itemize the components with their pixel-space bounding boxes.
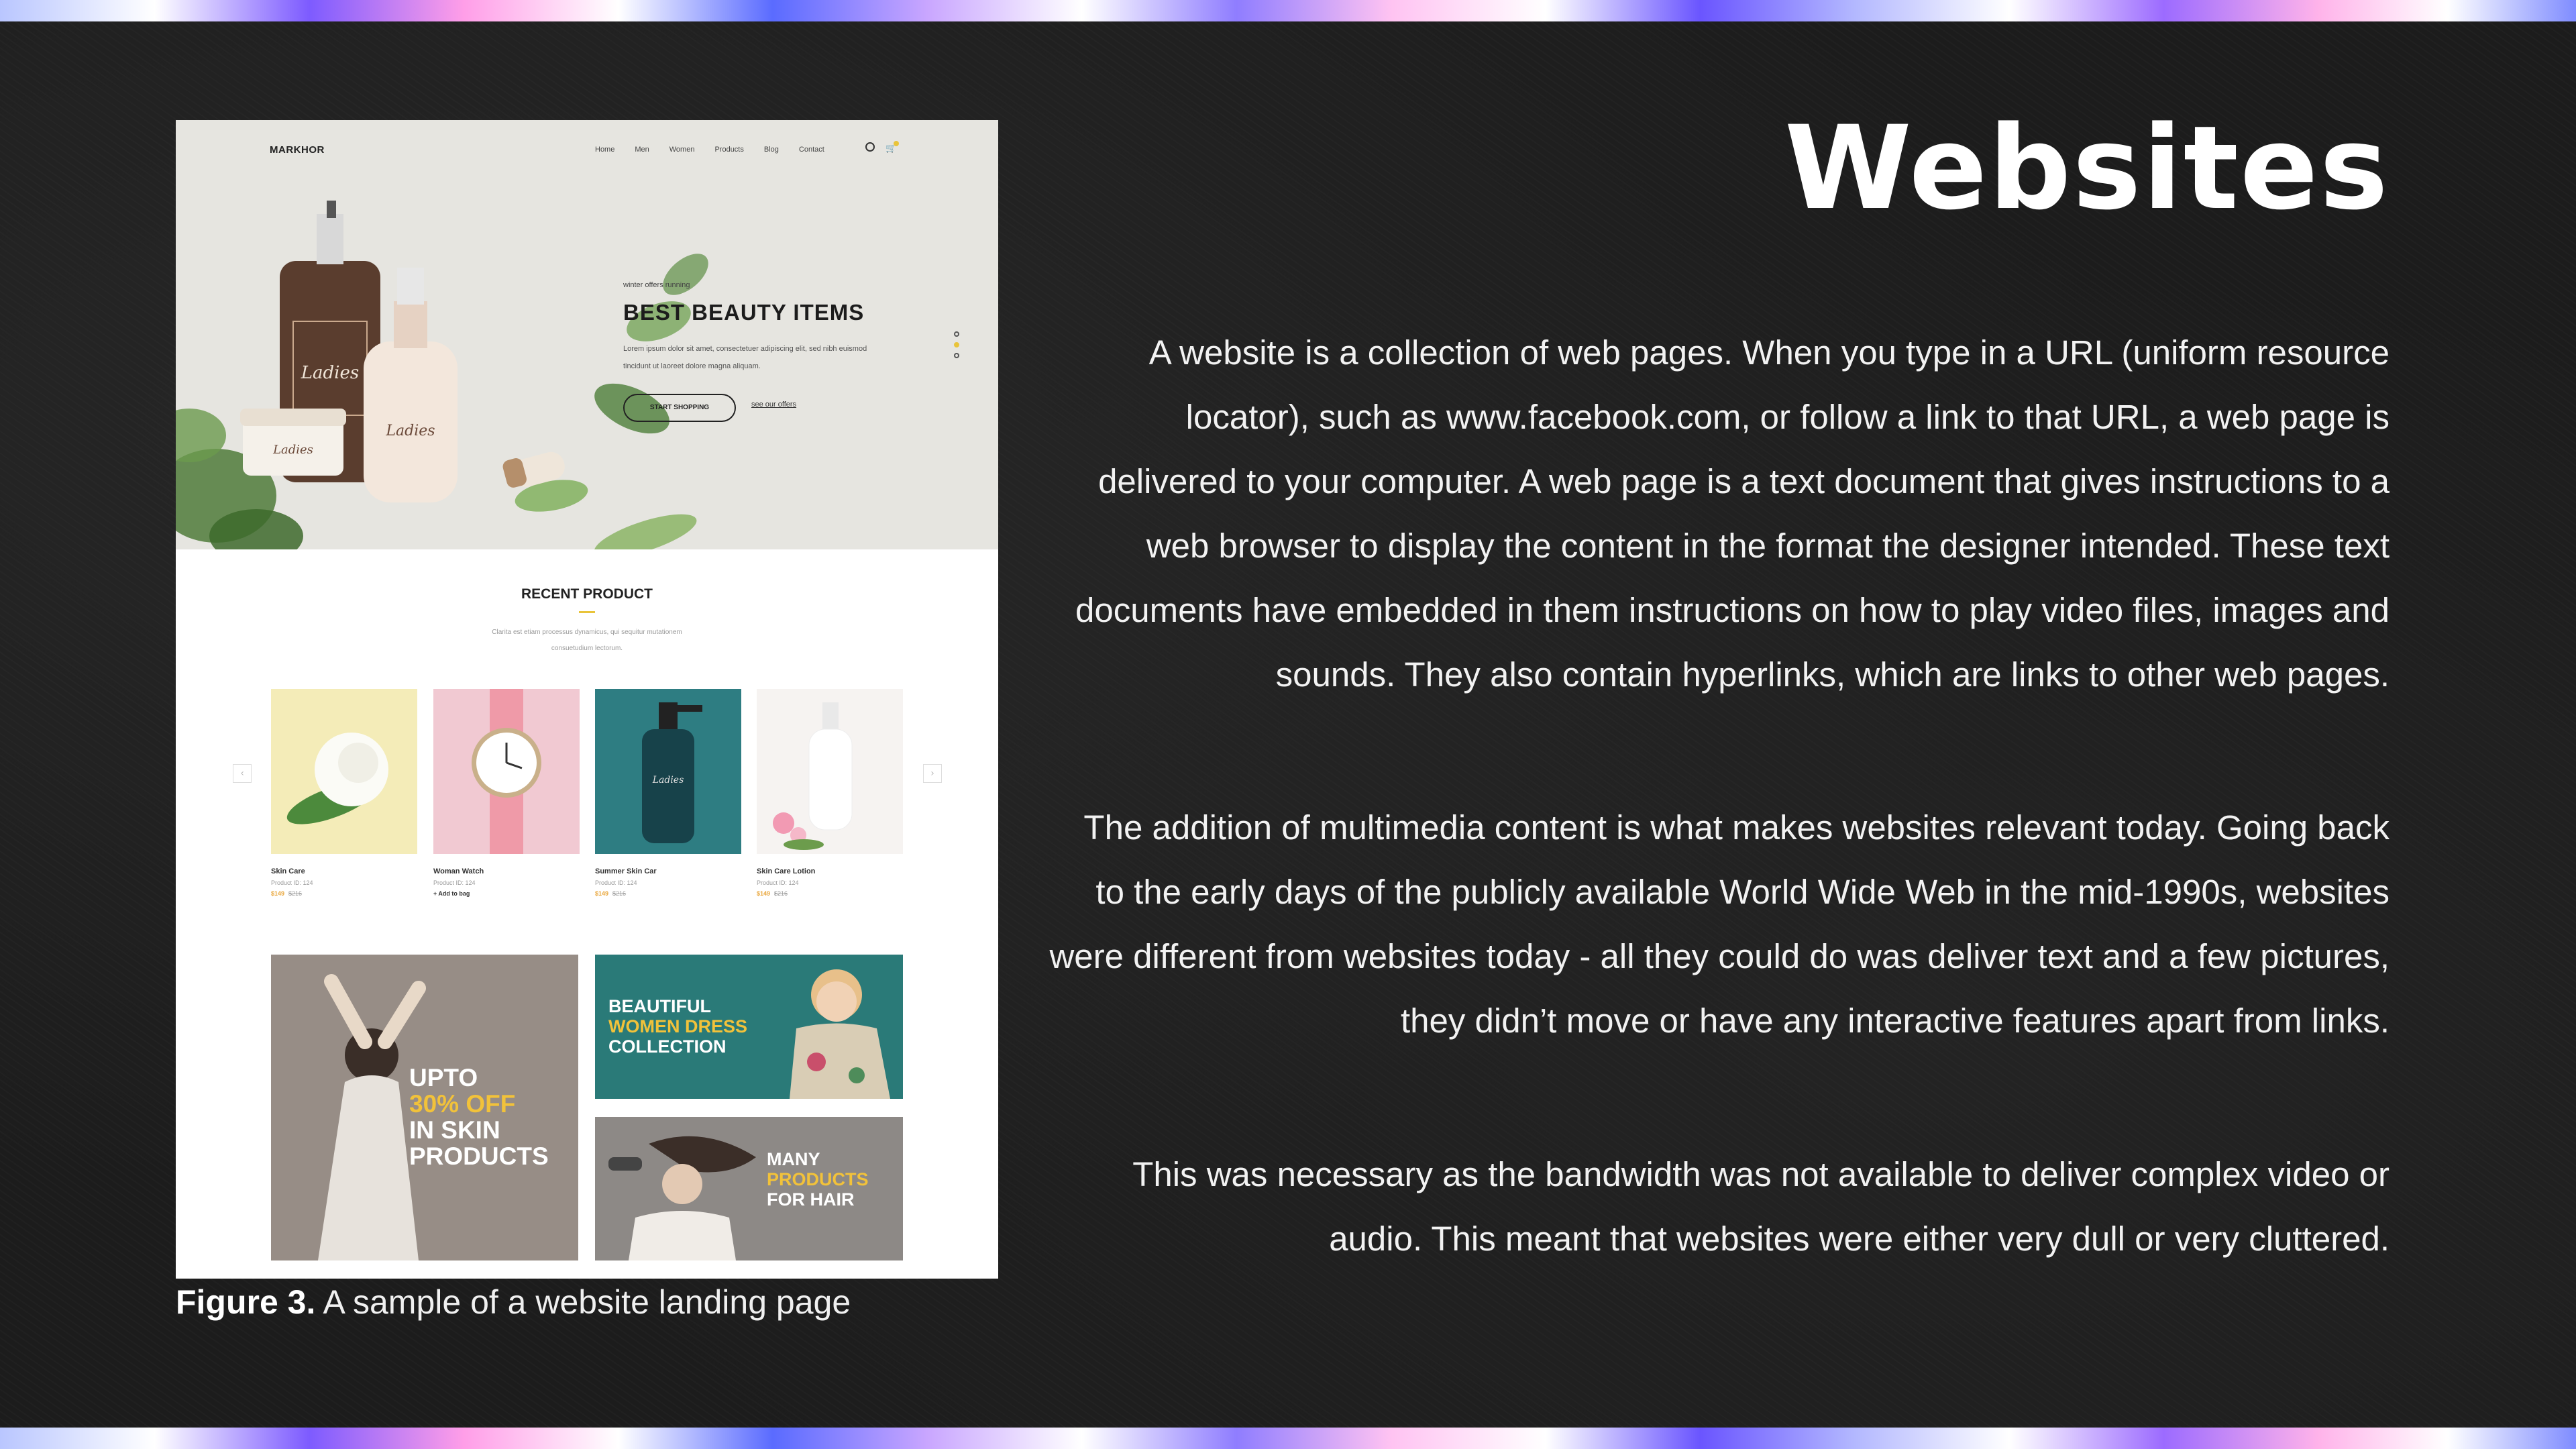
product-price: $149 $216 <box>595 890 627 897</box>
watch-icon <box>472 689 541 854</box>
slide-heading: Websites <box>1784 101 2390 235</box>
figure-caption-text: A sample of a website landing page <box>315 1283 851 1321</box>
mockup-logo: MARKHOR <box>270 144 325 156</box>
product-image: Ladies <box>595 689 741 854</box>
slider-dots <box>954 331 959 358</box>
lotion-bottle-icon <box>773 702 853 850</box>
product-name: Skin Care <box>271 867 305 875</box>
product-name: Summer Skin Car <box>595 867 657 875</box>
product-image <box>271 689 417 854</box>
start-shopping-button[interactable]: START SHOPPING <box>623 394 736 422</box>
product-card[interactable]: Ladies Summer Skin Car Product ID: 124 $… <box>595 689 741 897</box>
mockup-nav-item[interactable]: Blog <box>764 146 779 154</box>
product-name: Skin Care Lotion <box>757 867 816 875</box>
body-paragraph-2: The addition of multimedia content is wh… <box>1049 808 2390 1040</box>
mockup-nav-item[interactable]: Women <box>669 146 695 154</box>
recent-product-subtitle: Clarita est etiam processus dynamicus, q… <box>492 629 682 652</box>
product-price: $149 $216 <box>757 890 788 897</box>
product-id: Product ID: 124 <box>271 879 313 886</box>
promo-skin-tile[interactable]: UPTO 30% OFF IN SKIN PRODUCTS <box>271 955 578 1260</box>
product-image <box>433 689 580 854</box>
mockup-nav-item[interactable]: Men <box>635 146 649 154</box>
carousel-next-icon[interactable]: › <box>923 764 942 783</box>
top-decorative-stripe <box>0 0 2576 21</box>
mockup-nav-item[interactable]: Contact <box>799 146 824 154</box>
svg-text:Ladies: Ladies <box>272 443 313 457</box>
search-icon[interactable] <box>865 142 875 152</box>
product-id: Product ID: 124 <box>433 879 476 886</box>
see-offers-link[interactable]: see our offers <box>751 400 796 409</box>
hero-pretitle: winter offers running <box>623 281 690 289</box>
product-price: $149 $216 <box>271 890 303 897</box>
body-paragraph-1: A website is a collection of web pages. … <box>1075 333 2390 694</box>
pump-bottle-icon: Ladies <box>642 702 702 843</box>
carousel-prev-icon[interactable]: ‹ <box>233 764 252 783</box>
promo-hair-tile[interactable]: MANY PRODUCTS FOR HAIR <box>595 1117 903 1260</box>
flower-icon <box>286 733 388 824</box>
slider-dot[interactable] <box>954 331 959 337</box>
figure-caption: Figure 3. A sample of a website landing … <box>176 1283 851 1322</box>
mockup-nav-item[interactable]: Home <box>595 146 614 154</box>
title-underline <box>579 611 595 613</box>
figure-caption-label: Figure 3. <box>176 1283 316 1321</box>
promo-dress-text: BEAUTIFUL WOMEN DRESS COLLECTION <box>608 996 748 1057</box>
promo-dress-tile[interactable]: BEAUTIFUL WOMEN DRESS COLLECTION <box>595 955 903 1099</box>
product-name: Woman Watch <box>433 867 484 875</box>
leaves-decoration-icon: Ladies Ladies Ladies <box>176 201 708 549</box>
promo-hair-text: MANY PRODUCTS FOR HAIR <box>767 1149 869 1210</box>
svg-text:Ladies: Ladies <box>652 775 684 786</box>
slider-dot[interactable] <box>954 353 959 358</box>
product-card[interactable]: Skin Care Lotion Product ID: 124 $149 $21… <box>757 689 903 897</box>
hero-title: BEST BEAUTY ITEMS <box>623 300 865 325</box>
product-card[interactable]: Woman Watch Product ID: 124 + Add to bag <box>433 689 580 897</box>
cart-badge <box>894 141 899 146</box>
svg-text:Ladies: Ladies <box>385 423 435 439</box>
promo-skin-text: UPTO 30% OFF IN SKIN PRODUCTS <box>409 1064 549 1170</box>
product-image <box>757 689 903 854</box>
product-id: Product ID: 124 <box>757 879 799 886</box>
hero-body: Lorem ipsum dolor sit amet, consectetuer… <box>623 345 867 370</box>
body-paragraph-3: This was necessary as the bandwidth was … <box>1132 1155 2390 1258</box>
website-mockup-figure: Ladies Ladies Ladies MARKHOR Home Men Wo… <box>176 120 998 1279</box>
add-to-bag-link[interactable]: + Add to bag <box>433 890 580 897</box>
mockup-nav: Home Men Women Products Blog Contact <box>595 146 824 154</box>
mockup-hero-banner: Ladies Ladies Ladies MARKHOR Home Men Wo… <box>176 120 998 549</box>
mockup-nav-item[interactable]: Products <box>714 146 743 154</box>
slider-dot-active[interactable] <box>954 342 959 347</box>
recent-product-title: RECENT PRODUCT <box>521 586 653 602</box>
bottle-label: Ladies <box>301 363 359 383</box>
product-card[interactable]: Skin Care Product ID: 124 $149 $216 <box>271 689 417 897</box>
slide: Ladies Ladies Ladies MARKHOR Home Men Wo… <box>0 0 2576 1449</box>
product-id: Product ID: 124 <box>595 879 637 886</box>
bottom-decorative-stripe <box>0 1428 2576 1449</box>
